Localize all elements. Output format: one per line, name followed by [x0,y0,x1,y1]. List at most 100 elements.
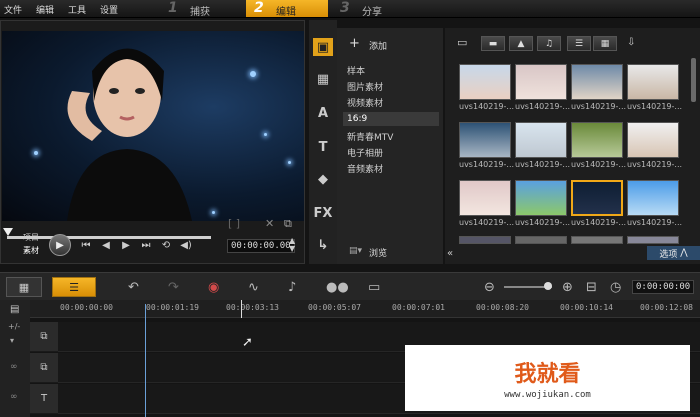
step-number: 1 [168,0,178,16]
transition-icon[interactable]: ▦ [313,70,333,88]
project-duration: 0:00:00:00 [632,280,695,294]
media-thumbnail-selected[interactable] [571,180,623,216]
media-thumbnail[interactable] [515,236,567,244]
expand-icon[interactable]: ⧉ [284,217,292,231]
media-thumbnail[interactable] [571,122,623,158]
step-back-icon[interactable]: ◀ [99,238,113,252]
browse-label[interactable]: 浏览 [369,246,387,259]
graphics-icon[interactable]: ◆ [313,170,333,188]
media-thumbnail[interactable] [627,64,679,100]
import-icon[interactable]: ⇩ [627,37,635,48]
zoom-out-icon[interactable]: ⊖ [484,280,495,295]
go-start-icon[interactable]: ⏮ [79,238,93,252]
record-capture-icon[interactable]: ◉ [208,280,219,295]
library-item[interactable]: 视频素材 [347,96,383,109]
undo-icon[interactable]: ↶ [128,280,139,295]
step-forward-icon[interactable]: ▶ [119,238,133,252]
timeline-view-icon[interactable]: ☰ [52,277,96,297]
show-photo-icon[interactable]: ▲ [509,36,533,51]
add-library-label[interactable]: 添加 [369,39,387,52]
person-figure [67,48,192,221]
show-video-icon[interactable]: ▬ [481,36,505,51]
list-view-icon[interactable]: ☰ [567,36,591,51]
media-thumbnail[interactable] [515,122,567,158]
sound-mixer-icon[interactable]: ∿ [248,280,259,295]
library-item[interactable]: 音频素材 [347,162,383,175]
fit-project-icon[interactable]: ⊟ [586,280,597,295]
zoom-slider-handle[interactable] [544,282,552,290]
project-mode-label[interactable]: 项目 [23,232,39,243]
video-track-header[interactable]: ⧉ [30,322,58,352]
ruler-tick-label: 00:00:08:20 [476,303,529,312]
options-button[interactable]: 选项 ⋀ [647,246,700,260]
add-icon[interactable]: + [349,36,360,51]
media-thumbnail[interactable] [571,236,623,244]
library-item[interactable]: 样本 [347,64,365,77]
grid-view-icon[interactable]: ▦ [593,36,617,51]
media-thumbnail[interactable] [515,180,567,216]
browse-icon[interactable]: ▤▾ [349,246,362,256]
media-icon[interactable]: ▣ [313,38,333,56]
playhead-line[interactable] [145,304,146,417]
step-share[interactable]: 3 分享 [332,0,414,18]
folder-icon[interactable]: ▭ [457,36,467,49]
menu-tools[interactable]: 工具 [68,3,86,16]
overlay-track-header[interactable]: ⧉ [30,353,58,383]
media-thumbnail[interactable] [571,64,623,100]
clip-mode-label[interactable]: 素材 [23,245,39,256]
media-thumbnail[interactable] [627,236,679,244]
go-end-icon[interactable]: ⏭ [139,238,153,252]
menu-settings[interactable]: 设置 [100,3,118,16]
repeat-icon[interactable]: ⟲ [159,238,173,252]
show-audio-icon[interactable]: ♫ [537,36,561,51]
title-track-header[interactable]: T [30,384,58,414]
media-thumbnail[interactable] [459,236,511,244]
cut-icon[interactable]: ✕ [265,217,274,230]
link-icon[interactable]: ∞ [10,392,18,402]
mouse-cursor-icon: ➚ [242,335,253,350]
play-button[interactable]: ▶ [49,234,71,256]
collapse-left-icon[interactable]: « [447,248,453,259]
media-thumbnail[interactable] [515,64,567,100]
step-number: 3 [340,0,350,16]
timecode-stepper[interactable]: ▲ ▼ [289,237,295,253]
step-capture[interactable]: 1 捕获 [160,0,242,18]
track-manager-icon[interactable]: ▤ [10,304,19,315]
menu-edit[interactable]: 编辑 [36,3,54,16]
media-thumbnail[interactable] [459,122,511,158]
trim-bracket-icon[interactable]: [ ] [228,217,240,230]
scrub-handle[interactable] [3,228,13,236]
library-item[interactable]: 电子相册 [347,146,383,159]
media-thumbnail[interactable] [627,122,679,158]
timeline-ruler[interactable]: 00:00:00:00 00:00:01:19 00:00:03:13 00:0… [30,300,700,318]
motion-tracking-icon[interactable]: ●● [326,280,349,295]
link-icon[interactable]: ∞ [10,362,18,372]
menu-file[interactable]: 文件 [4,3,22,16]
library-item[interactable]: 图片素材 [347,80,383,93]
options-label: 选项 [659,249,678,260]
timecode-display[interactable]: 00:00:00.00 [227,239,295,253]
collapse-down-icon[interactable]: ▾ [10,336,14,345]
add-remove-icon[interactable]: +/- [8,322,20,331]
redo-icon[interactable]: ↷ [168,280,179,295]
library-item-selected[interactable]: 16:9 [347,114,367,124]
thumbnail-scrollbar[interactable] [691,58,696,102]
category-icon-bar: ▣ ▦ A T ◆ FX ↳ [309,20,337,264]
title-ab-icon[interactable]: A [313,104,333,122]
storyboard-view-icon[interactable]: ▦ [6,277,42,297]
volume-icon[interactable]: ◀) [179,238,193,252]
step-edit[interactable]: 2 编辑 [246,0,328,18]
library-item[interactable]: 新青春MTV [347,130,393,143]
path-icon[interactable]: ↳ [313,236,333,254]
zoom-in-icon[interactable]: ⊕ [562,280,573,295]
fx-icon[interactable]: FX [313,204,333,222]
thumbnail-caption: uvs140219-... [627,160,683,169]
media-thumbnail[interactable] [459,180,511,216]
subtitle-icon[interactable]: ▭ [368,280,380,295]
auto-music-icon[interactable]: ♪ [288,280,296,295]
timeline-toolbar: ▦ ☰ ↶ ↷ ◉ ∿ ♪ ●● ▭ ⊖ ⊕ ⊟ ◷ 0:00:00:00 [0,272,700,300]
text-icon[interactable]: T [313,138,333,156]
ruler-tick-label: 00:00:07:01 [392,303,445,312]
media-thumbnail[interactable] [627,180,679,216]
media-thumbnail[interactable] [459,64,511,100]
